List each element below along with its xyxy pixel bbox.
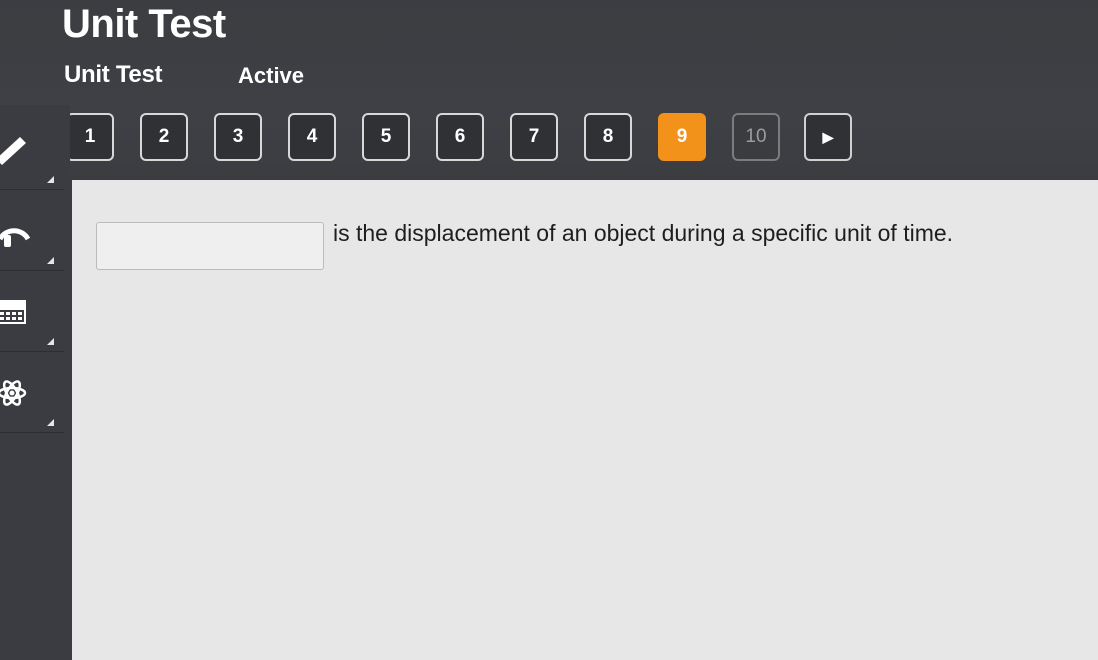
question-button-9-current[interactable]: 9 xyxy=(658,113,706,161)
question-text: is the displacement of an object during … xyxy=(333,220,954,246)
question-button-2[interactable]: 2 xyxy=(140,113,188,161)
status-label: Active xyxy=(238,63,305,88)
play-arrow-icon: ▶ xyxy=(822,128,834,145)
page-title: Unit Test xyxy=(62,2,226,46)
assessment-title: Unit Test xyxy=(64,61,163,88)
question-button-4[interactable]: 4 xyxy=(288,113,336,161)
question-button-3[interactable]: 3 xyxy=(214,113,262,161)
next-question-button[interactable]: ▶ xyxy=(804,113,852,161)
question-button-8[interactable]: 8 xyxy=(584,113,632,161)
question-button-10[interactable]: 10 xyxy=(732,113,780,161)
answer-input[interactable] xyxy=(96,222,324,270)
calculator-tool[interactable] xyxy=(0,272,64,352)
tool-expand-corner xyxy=(47,257,54,264)
question-button-5[interactable]: 5 xyxy=(362,113,410,161)
question-button-6[interactable]: 6 xyxy=(436,113,484,161)
tool-sidebar xyxy=(0,105,70,660)
pencil-tool[interactable] xyxy=(0,105,64,190)
calculator-icon xyxy=(0,299,26,324)
question-panel: is the displacement of an object during … xyxy=(72,180,1098,660)
headphones-icon xyxy=(0,227,31,247)
tool-expand-corner xyxy=(47,176,54,183)
question-button-7[interactable]: 7 xyxy=(510,113,558,161)
tool-expand-corner xyxy=(47,419,54,426)
audio-tool[interactable] xyxy=(0,191,64,271)
header-bar: Unit Test Unit Test Active 1 2 3 4 5 6 7… xyxy=(0,0,1098,190)
science-tool[interactable] xyxy=(0,353,64,433)
atom-icon xyxy=(0,379,27,406)
tool-expand-corner xyxy=(47,338,54,345)
pencil-icon xyxy=(0,137,26,165)
question-button-1[interactable]: 1 xyxy=(66,113,114,161)
